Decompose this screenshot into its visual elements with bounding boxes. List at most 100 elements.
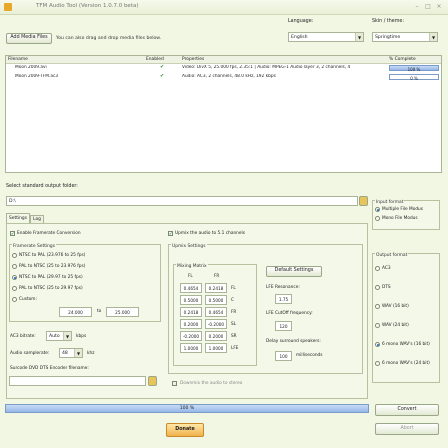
minimize-icon[interactable]: – <box>412 2 422 11</box>
framerate-radio[interactable] <box>12 264 17 269</box>
abort-button[interactable]: Abort <box>375 423 439 435</box>
matrix-fl-input[interactable]: -0.2000 <box>180 331 202 341</box>
col-enabled[interactable]: Enabled <box>146 57 164 62</box>
matrix-fl-input[interactable]: 0.5000 <box>180 295 202 305</box>
matrix-channel-label: LFE <box>231 345 239 350</box>
samplerate-label: Audio samplerate: <box>10 351 50 356</box>
framerate-radio[interactable] <box>12 253 17 258</box>
col-complete[interactable]: % Complete <box>389 57 416 62</box>
framerate-option-label: NTSC to PAL (23.976 to 25 fps) <box>19 253 86 258</box>
chevron-down-icon: ▼ <box>74 349 82 357</box>
lfe-cutoff-label: LFE CutOff frequency: <box>266 311 313 316</box>
input-format-title: Input format <box>375 200 405 205</box>
table-row[interactable]: Moon 2009-TFM.ac3 ✔ Audio: AC3, 2 channe… <box>6 73 441 81</box>
upmix-checkbox[interactable]: ✔ <box>168 231 173 236</box>
samplerate-select[interactable]: 48 ▼ <box>59 348 83 358</box>
folder-icon[interactable] <box>148 376 157 386</box>
surcode-input[interactable] <box>9 376 146 386</box>
language-value: English <box>291 34 308 40</box>
upmix-label: Upmix the audio to 5.1 channels <box>175 231 245 236</box>
skin-label: Skin / theme: <box>372 19 404 24</box>
downmix-checkbox[interactable] <box>172 381 177 386</box>
overall-progress-text: 100 % <box>179 406 195 411</box>
checkmark-icon[interactable]: ✔ <box>160 64 164 70</box>
matrix-fl-input[interactable]: 1.0000 <box>180 343 202 353</box>
output-format-radio[interactable] <box>375 285 380 290</box>
matrix-channel-label: C <box>231 297 234 302</box>
ac3-bitrate-label: AC3 bitrate: <box>10 334 36 339</box>
col-filename[interactable]: Filename <box>8 57 28 62</box>
input-format-radio[interactable] <box>375 216 380 221</box>
output-format-radio[interactable] <box>375 342 380 347</box>
enable-framerate-label: Enable Framerate Conversion <box>17 231 81 236</box>
matrix-fl-input[interactable]: 0.2000 <box>180 319 202 329</box>
title-bar: TFM Audio Tool (Version 1.0.7.0 beta) – … <box>0 0 448 15</box>
output-format-radio[interactable] <box>375 266 380 271</box>
output-format-radio[interactable] <box>375 323 380 328</box>
framerate-option-label: Custom: <box>19 297 37 302</box>
matrix-fr-input[interactable]: 0.4654 <box>205 307 227 317</box>
enable-framerate-checkbox[interactable]: ✔ <box>10 231 15 236</box>
skin-value: Springtime <box>375 34 401 40</box>
matrix-fr-input[interactable]: 0.5000 <box>205 295 227 305</box>
framerate-radio[interactable] <box>12 286 17 291</box>
samplerate-unit: khz <box>87 351 95 356</box>
matrix-channel-label: FL <box>231 285 236 290</box>
donate-button[interactable]: Donate <box>166 423 204 437</box>
col-properties[interactable]: Properties <box>182 57 204 62</box>
folder-icon[interactable] <box>359 196 368 206</box>
row-progress: 100 % <box>389 65 439 72</box>
file-table[interactable]: Filename Enabled Properties % Complete M… <box>5 55 442 173</box>
input-format-option-label: Mono File Modus <box>382 216 418 221</box>
row-percent: 100 % <box>407 67 421 72</box>
matrix-fr-input[interactable]: 1.0000 <box>205 343 227 353</box>
tab-log[interactable]: Log <box>30 215 44 223</box>
row-progress: 0 % <box>389 74 439 81</box>
skin-select[interactable]: Springtime ▼ <box>372 32 438 42</box>
framerate-radio[interactable] <box>12 297 17 302</box>
output-format-radio[interactable] <box>375 361 380 366</box>
output-format-option-label: WAV (16 bit) <box>382 304 409 309</box>
delay-label: Delay surround speakers: <box>266 339 321 344</box>
custom-from-input[interactable]: 24.000 <box>59 307 92 317</box>
matrix-fr-input[interactable]: 0.2418 <box>205 283 227 293</box>
matrix-fr-input[interactable]: -0.2000 <box>205 319 227 329</box>
lfe-cutoff-input[interactable]: 120 <box>275 321 292 331</box>
downmix-label: Downmix the audio to stereo <box>180 381 243 386</box>
drag-hint: You can also drag and drop media files b… <box>56 36 162 41</box>
convert-button[interactable]: Convert <box>375 404 439 416</box>
matrix-fr-input[interactable]: 0.2000 <box>205 331 227 341</box>
output-format-option-label: 6 mono WAV's (16 bit) <box>382 342 430 347</box>
output-format-option-label: 6 mono WAV's (24 bit) <box>382 361 430 366</box>
add-media-files-button[interactable]: Add Media Files <box>6 33 52 44</box>
maximize-icon[interactable]: □ <box>423 2 433 11</box>
language-select[interactable]: English ▼ <box>288 32 364 42</box>
row-filename: Moon 2009.avi <box>15 65 47 70</box>
matrix-channel-label: SL <box>231 321 236 326</box>
custom-to-label: to <box>97 309 102 314</box>
framerate-radio[interactable] <box>12 275 17 280</box>
lfe-resonance-label: LFE Resonance: <box>266 285 300 290</box>
tab-settings[interactable]: Settings <box>6 213 30 223</box>
lfe-resonance-input[interactable]: 1.75 <box>275 294 292 304</box>
delay-unit: milliseconds <box>296 353 323 358</box>
checkmark-icon[interactable]: ✔ <box>160 73 164 79</box>
table-row[interactable]: Moon 2009.avi ✔ Video: DivX 5, 25.000 fp… <box>6 64 441 72</box>
input-format-radio[interactable] <box>375 207 380 212</box>
custom-to-input[interactable]: 25.000 <box>106 307 139 317</box>
window-title: TFM Audio Tool (Version 1.0.7.0 beta) <box>36 3 139 9</box>
close-icon[interactable]: × <box>434 2 444 11</box>
matrix-fl-input[interactable]: 0.2418 <box>180 307 202 317</box>
matrix-channel-label: SR <box>231 333 237 338</box>
matrix-col-fr: FR <box>214 273 220 278</box>
mixing-matrix-title: Mixing Matrix <box>176 264 208 269</box>
delay-input[interactable]: 100 <box>275 351 292 361</box>
output-format-option-label: AC3 <box>382 266 391 271</box>
output-format-radio[interactable] <box>375 304 380 309</box>
default-settings-button[interactable]: Default Settings <box>266 266 322 277</box>
ac3-bitrate-select[interactable]: Auto ▼ <box>46 331 72 341</box>
output-folder-input[interactable]: D:\ <box>6 196 358 206</box>
output-format-title: Output format <box>375 253 409 258</box>
matrix-fl-input[interactable]: 0.4654 <box>180 283 202 293</box>
chevron-down-icon: ▼ <box>429 33 437 41</box>
